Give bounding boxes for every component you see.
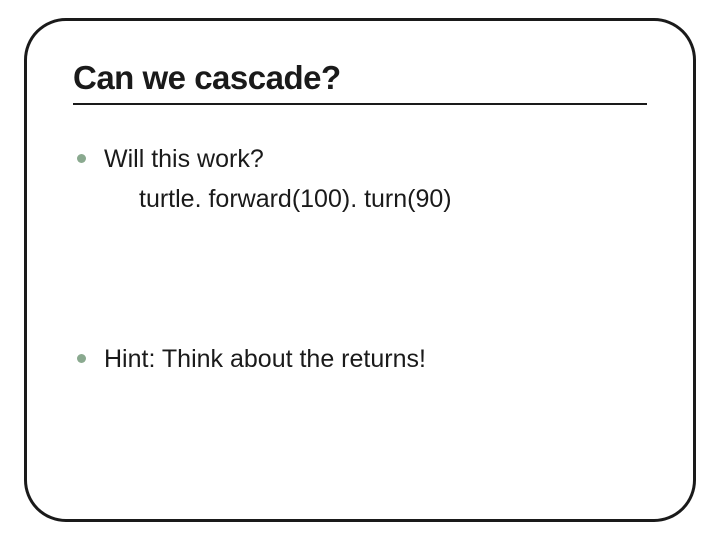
spacer: [77, 217, 647, 343]
title-block: Can we cascade?: [73, 59, 647, 105]
slide-content: Will this work? turtle. forward(100). tu…: [73, 133, 647, 376]
title-underline: [73, 103, 647, 105]
slide-frame: Can we cascade? Will this work? turtle. …: [24, 18, 696, 522]
bullet-item: Will this work?: [77, 143, 647, 177]
code-line: turtle. forward(100). turn(90): [77, 183, 647, 217]
bullet-text: Will this work?: [104, 143, 264, 177]
bullet-text: Hint: Think about the returns!: [104, 343, 426, 377]
slide-title: Can we cascade?: [73, 59, 647, 101]
bullet-icon: [77, 154, 86, 163]
bullet-icon: [77, 354, 86, 363]
bullet-item: Hint: Think about the returns!: [77, 343, 647, 377]
